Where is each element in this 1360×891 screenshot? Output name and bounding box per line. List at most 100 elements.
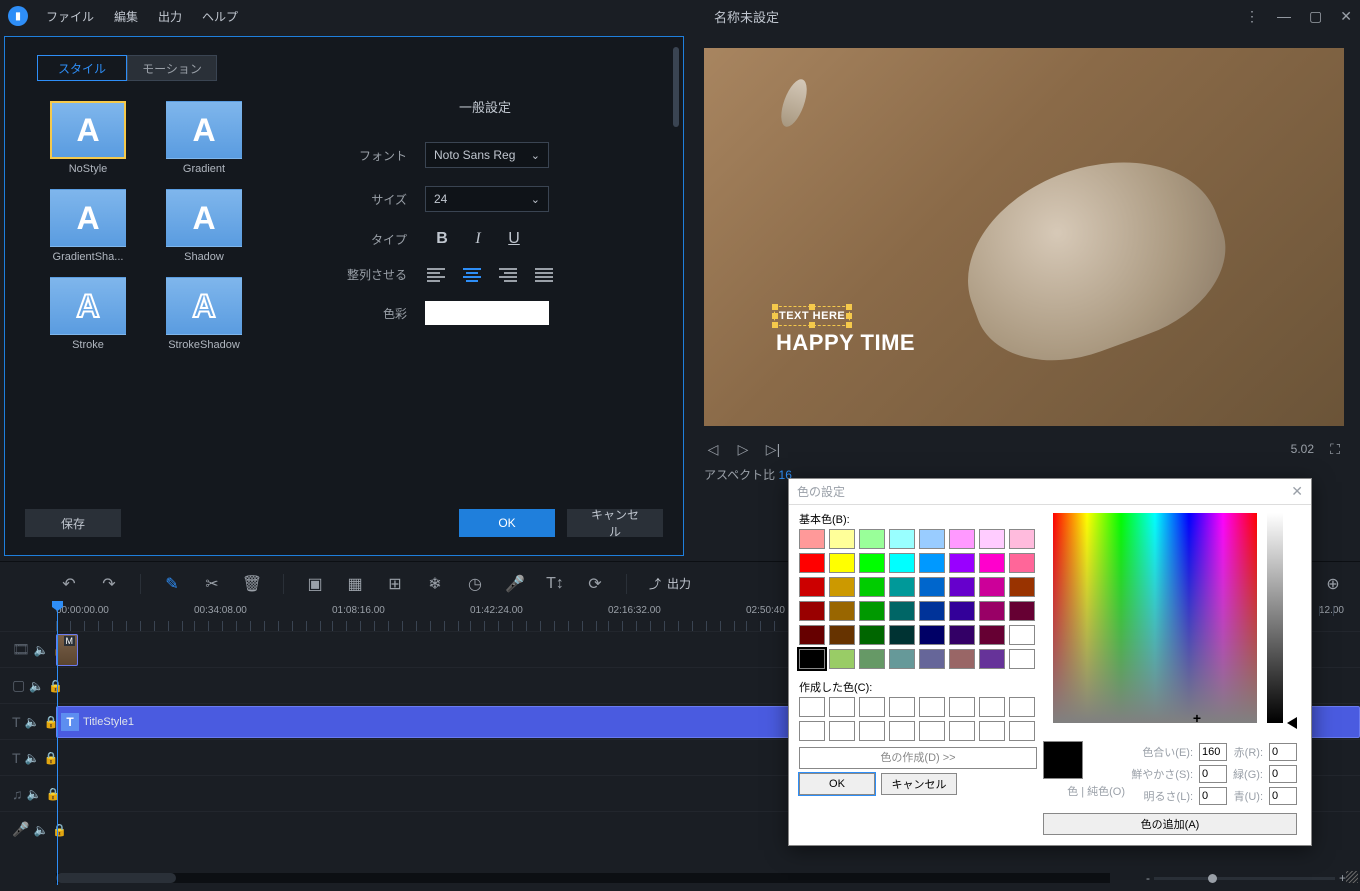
preset-stroke[interactable]: A <box>50 277 126 335</box>
basic-color-swatch[interactable] <box>799 601 825 621</box>
ok-button[interactable]: OK <box>459 509 555 537</box>
speed-icon[interactable]: ⟳ <box>586 575 604 593</box>
preview-viewport[interactable]: TEXT HERE HAPPY TIME <box>704 48 1344 426</box>
custom-color-slot[interactable] <box>949 721 975 741</box>
basic-color-swatch[interactable] <box>889 601 915 621</box>
basic-color-swatch[interactable] <box>889 577 915 597</box>
close-button[interactable]: ✕ <box>1340 8 1352 25</box>
custom-color-slot[interactable] <box>799 721 825 741</box>
basic-color-swatch[interactable] <box>859 577 885 597</box>
timeline-scrollbar[interactable] <box>56 873 1110 883</box>
basic-color-swatch[interactable] <box>979 529 1005 549</box>
size-select[interactable]: 24 <box>425 186 549 212</box>
dialog-close-button[interactable]: ✕ <box>1291 483 1303 500</box>
basic-color-swatch[interactable] <box>829 553 855 573</box>
blue-input[interactable] <box>1269 787 1297 805</box>
timeline-zoom-slider[interactable]: -+ <box>1146 873 1346 883</box>
bold-button[interactable]: B <box>433 230 451 248</box>
custom-color-slot[interactable] <box>799 697 825 717</box>
basic-color-swatch[interactable] <box>949 577 975 597</box>
basic-color-swatch[interactable] <box>949 649 975 669</box>
hue-sat-field[interactable] <box>1053 513 1257 723</box>
green-input[interactable] <box>1269 765 1297 783</box>
custom-color-slot[interactable] <box>1009 721 1035 741</box>
basic-color-swatch[interactable] <box>799 553 825 573</box>
custom-color-slot[interactable] <box>829 721 855 741</box>
freeze-icon[interactable]: ❄ <box>426 575 444 593</box>
color-cancel-button[interactable]: キャンセル <box>881 773 957 795</box>
basic-color-swatch[interactable] <box>799 577 825 597</box>
basic-color-swatch[interactable] <box>979 649 1005 669</box>
custom-color-slot[interactable] <box>949 697 975 717</box>
add-to-custom-colors-button[interactable]: 色の追加(A) <box>1043 813 1297 835</box>
mute-icon[interactable]: 🔈 <box>25 715 40 729</box>
basic-color-swatch[interactable] <box>979 625 1005 645</box>
define-colors-button[interactable]: 色の作成(D) >> <box>799 747 1037 769</box>
mosaic-icon[interactable]: ▦ <box>346 575 364 593</box>
custom-color-slot[interactable] <box>859 697 885 717</box>
text-selection-box[interactable]: TEXT HERE <box>774 306 850 326</box>
tab-motion[interactable]: モーション <box>127 55 217 81</box>
basic-color-swatch[interactable] <box>889 625 915 645</box>
preset-nostyle[interactable]: A <box>50 101 126 159</box>
tab-style[interactable]: スタイル <box>37 55 127 81</box>
custom-color-slot[interactable] <box>889 721 915 741</box>
font-select[interactable]: Noto Sans Reg <box>425 142 549 168</box>
align-center-button[interactable] <box>463 268 481 282</box>
preset-gradient[interactable]: A <box>166 101 242 159</box>
basic-color-swatch[interactable] <box>919 625 945 645</box>
color-crosshair[interactable]: + <box>1193 710 1201 726</box>
menu-file[interactable]: ファイル <box>36 8 104 25</box>
basic-color-swatch[interactable] <box>1009 577 1035 597</box>
basic-color-swatch[interactable] <box>979 601 1005 621</box>
basic-color-swatch[interactable] <box>1009 529 1035 549</box>
basic-color-swatch[interactable] <box>859 553 885 573</box>
redo-icon[interactable]: ↷ <box>100 575 118 593</box>
play-button[interactable]: ▷ <box>734 440 752 458</box>
basic-color-swatch[interactable] <box>1009 625 1035 645</box>
edit-icon[interactable]: ✎ <box>163 575 181 593</box>
mic-icon[interactable]: 🎤 <box>506 575 524 593</box>
color-ok-button[interactable]: OK <box>799 773 875 795</box>
basic-color-swatch[interactable] <box>829 601 855 621</box>
panel-scrollbar[interactable] <box>673 47 679 127</box>
italic-button[interactable]: I <box>469 230 487 248</box>
custom-color-slot[interactable] <box>919 721 945 741</box>
preset-strokeshadow[interactable]: A <box>166 277 242 335</box>
basic-color-swatch[interactable] <box>949 529 975 549</box>
basic-color-swatch[interactable] <box>1009 649 1035 669</box>
custom-color-slot[interactable] <box>979 697 1005 717</box>
lum-input[interactable] <box>1199 787 1227 805</box>
mute-icon[interactable]: 🔈 <box>27 787 42 801</box>
basic-color-swatch[interactable] <box>829 577 855 597</box>
sat-input[interactable] <box>1199 765 1227 783</box>
menu-output[interactable]: 出力 <box>148 8 192 25</box>
basic-color-swatch[interactable] <box>979 577 1005 597</box>
basic-color-swatch[interactable] <box>859 625 885 645</box>
mute-icon[interactable]: 🔈 <box>33 823 48 837</box>
grid-icon[interactable]: ⊞ <box>386 575 404 593</box>
text-tool-icon[interactable]: T↕ <box>546 575 564 593</box>
cut-icon[interactable]: ✂ <box>203 575 221 593</box>
save-button[interactable]: 保存 <box>25 509 121 537</box>
mute-icon[interactable]: 🔈 <box>34 643 49 657</box>
custom-color-slot[interactable] <box>1009 697 1035 717</box>
basic-color-swatch[interactable] <box>949 601 975 621</box>
basic-color-swatch[interactable] <box>919 649 945 669</box>
basic-color-swatch[interactable] <box>859 649 885 669</box>
custom-color-slot[interactable] <box>859 721 885 741</box>
fullscreen-button[interactable]: ⛶ <box>1326 440 1344 458</box>
basic-color-swatch[interactable] <box>829 649 855 669</box>
resize-grip[interactable] <box>1346 871 1358 883</box>
basic-color-swatch[interactable] <box>799 625 825 645</box>
basic-color-swatch[interactable] <box>919 553 945 573</box>
custom-color-slot[interactable] <box>829 697 855 717</box>
crop-icon[interactable]: ▣ <box>306 575 324 593</box>
solid-color-label[interactable]: 色 | 純色(O) <box>1067 783 1125 799</box>
hue-input[interactable] <box>1199 743 1227 761</box>
maximize-button[interactable]: ▢ <box>1309 8 1322 25</box>
basic-color-swatch[interactable] <box>1009 601 1035 621</box>
basic-color-swatch[interactable] <box>859 601 885 621</box>
export-button[interactable]: ⤴出力 <box>649 575 691 592</box>
menu-edit[interactable]: 編集 <box>104 8 148 25</box>
